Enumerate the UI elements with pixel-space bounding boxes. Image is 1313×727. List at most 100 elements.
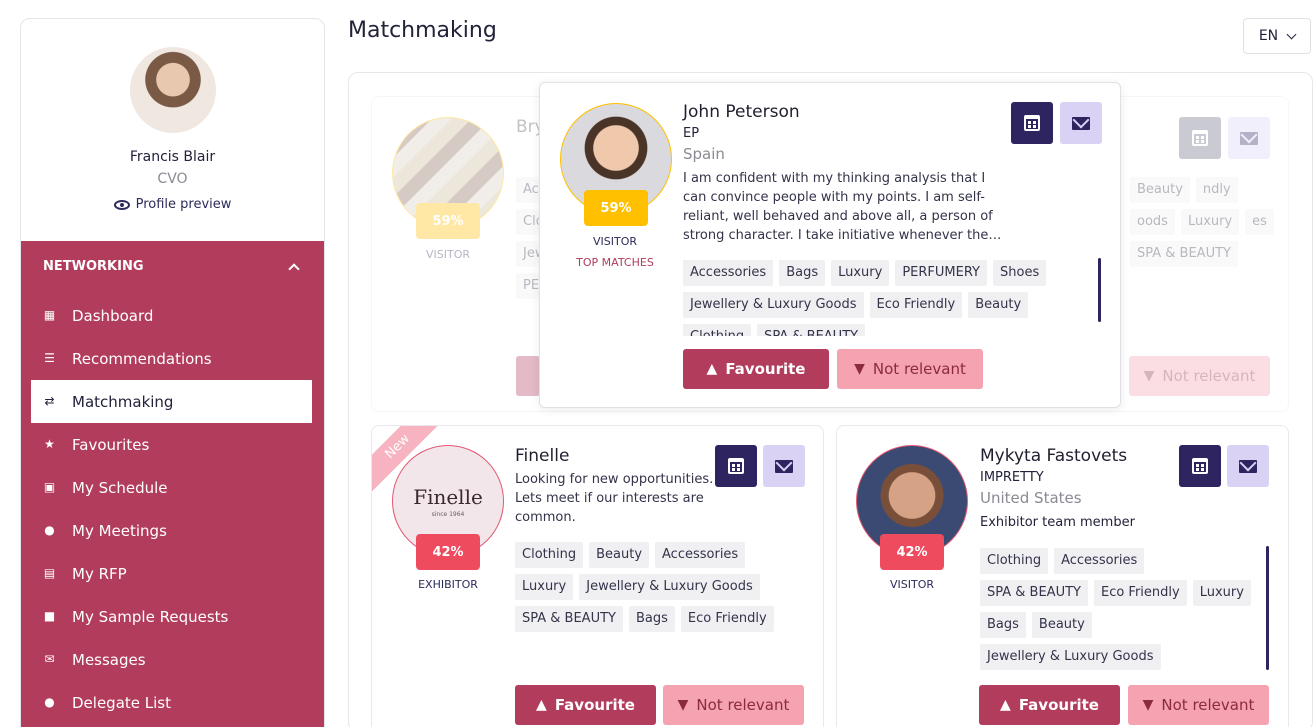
participant-type: VISITOR [889, 578, 935, 591]
favourite-button[interactable]: ▲ Favourite [515, 685, 656, 725]
sidebar-item-my-meetings[interactable]: ● My Meetings [31, 509, 312, 552]
language-value: EN [1258, 28, 1279, 44]
tags-scrollbar[interactable] [1098, 258, 1101, 322]
tag: Beauty [968, 292, 1029, 318]
tag: Accessories [655, 542, 746, 568]
nav-section-label: NETWORKING [43, 259, 144, 274]
tag: Eco Friendly [869, 292, 963, 318]
tag: Eco Friendly [680, 606, 774, 632]
tags-scrollbar[interactable] [1266, 546, 1269, 670]
tag: Accessories [1054, 548, 1145, 574]
not-relevant-button[interactable]: ▼ Not relevant [1128, 685, 1269, 725]
profile-role: CVO [157, 171, 188, 187]
sidebar-item-recommendations[interactable]: ☰ Recommendations [31, 337, 312, 380]
not-relevant-label: Not relevant [1161, 696, 1255, 714]
match-description: Looking for new opportunities. Lets meet… [515, 472, 714, 525]
sidebar-nav: NETWORKING ▦ Dashboard ☰ Recommendations ⇄… [21, 241, 324, 727]
tag: Clothing [515, 542, 584, 568]
send-message-button[interactable] [1227, 445, 1269, 487]
not-relevant-label: Not relevant [872, 360, 966, 378]
match-name: Finelle [515, 446, 570, 466]
sidebar-item-label: Dashboard [72, 306, 154, 325]
sidebar-item-label: Delegate List [72, 693, 171, 712]
favourite-label: Favourite [554, 696, 635, 714]
people-icon: ● [44, 695, 55, 709]
sidebar-item-label: My Schedule [72, 478, 168, 497]
country: United States [980, 489, 1082, 507]
profile-section: Francis Blair CVO Profile preview [21, 19, 324, 241]
tag: Luxury [1192, 580, 1251, 606]
sidebar-item-my-schedule[interactable]: ▣ My Schedule [31, 466, 312, 509]
sidebar-item-label: My RFP [72, 564, 127, 583]
tag: Bags [779, 260, 826, 286]
sidebar-item-my-sample-requests[interactable]: ■ My Sample Requests [31, 595, 312, 638]
schedule-meeting-button[interactable] [1179, 445, 1221, 487]
top-matches-badge: TOP MATCHES [576, 256, 654, 269]
list-icon: ☰ [44, 351, 55, 365]
tag: Bags [980, 612, 1026, 638]
tag: SPA & BEAUTY [757, 324, 866, 336]
tag: es [1245, 209, 1274, 235]
tag: Shoes [993, 260, 1047, 286]
not-relevant-button[interactable]: ▼ Not relevant [837, 349, 983, 389]
envelope-icon [1240, 131, 1258, 145]
matchmaking-icon: ⇄ [44, 394, 55, 408]
tag: Luxury [1180, 209, 1240, 235]
tag: Beauty [589, 542, 650, 568]
sidebar-item-label: My Sample Requests [72, 607, 229, 626]
sidebar-item-matchmaking[interactable]: ⇄ Matchmaking [31, 380, 312, 423]
match-detail-popup: 59% VISITOR TOP MATCHES John Peterson EP… [539, 82, 1121, 408]
sidebar-item-my-rfp[interactable]: ▤ My RFP [31, 552, 312, 595]
logo-subtext: since 1964 [431, 510, 465, 518]
nav-section-networking[interactable]: NETWORKING [21, 251, 324, 294]
tag: Jewellery & Luxury Goods [579, 574, 760, 600]
not-relevant-button[interactable]: ▼ Not relevant [663, 685, 804, 725]
schedule-meeting-button[interactable] [1011, 102, 1053, 144]
tag: SPA & BEAUTY [980, 580, 1088, 606]
language-select[interactable]: EN [1243, 18, 1311, 54]
tag-list: Clothing Beauty Accessories Luxury Jewel… [515, 542, 805, 632]
thumbs-up-icon: ▲ [1000, 697, 1011, 713]
tag: Luxury [515, 574, 574, 600]
star-icon: ★ [44, 437, 55, 451]
envelope-icon: ✉ [44, 652, 55, 666]
tag: SPA & BEAUTY [1130, 241, 1238, 267]
participant-role: Exhibitor team member [980, 515, 1135, 530]
sidebar-item-favourites[interactable]: ★ Favourites [31, 423, 312, 466]
schedule-meeting-button[interactable] [1179, 117, 1221, 159]
tag: Jewellery & Luxury Goods [683, 292, 864, 318]
not-relevant-button[interactable]: ▼ Not relevant [1129, 356, 1270, 396]
sidebar-item-dashboard[interactable]: ▦ Dashboard [31, 294, 312, 337]
tag: PERFUMERY [895, 260, 987, 286]
tag: Accessories [683, 260, 774, 286]
tag: SPA & BEAUTY [515, 606, 623, 632]
tag: Clothing [980, 548, 1049, 574]
tag-list: Clothing Accessories SPA & BEAUTY Eco Fr… [980, 548, 1256, 670]
sidebar-item-messages[interactable]: ✉ Messages [31, 638, 312, 681]
participant-type: VISITOR [592, 235, 638, 248]
sidebar: Francis Blair CVO Profile preview NETWOR… [20, 18, 325, 727]
envelope-icon [1239, 459, 1257, 473]
thumbs-down-icon: ▼ [1143, 368, 1155, 384]
profile-preview-link[interactable]: Profile preview [113, 197, 231, 212]
schedule-meeting-button[interactable] [715, 445, 757, 487]
sidebar-item-delegate-list[interactable]: ● Delegate List [31, 681, 312, 724]
match-name: Mykyta Fastovets [980, 446, 1128, 466]
send-message-button[interactable] [1228, 117, 1270, 159]
tag: Eco Friendly [1093, 580, 1187, 606]
match-percentage: 59% [416, 203, 480, 239]
calendar-icon [1192, 458, 1208, 474]
match-description: I am confident with my thinking analysis… [683, 171, 1002, 243]
tag: ndly [1195, 177, 1238, 203]
favourite-button[interactable]: ▲ Favourite [683, 349, 829, 389]
profile-name: Francis Blair [129, 149, 216, 165]
avatar [129, 47, 216, 133]
thumbs-up-icon: ▲ [536, 697, 547, 713]
favourite-button[interactable] [516, 356, 540, 396]
tag: Beauty [1130, 177, 1190, 203]
gift-icon: ■ [43, 609, 56, 623]
send-message-button[interactable] [763, 445, 805, 487]
send-message-button[interactable] [1060, 102, 1102, 144]
meetings-icon: ● [44, 523, 55, 537]
favourite-button[interactable]: ▲ Favourite [979, 685, 1120, 725]
